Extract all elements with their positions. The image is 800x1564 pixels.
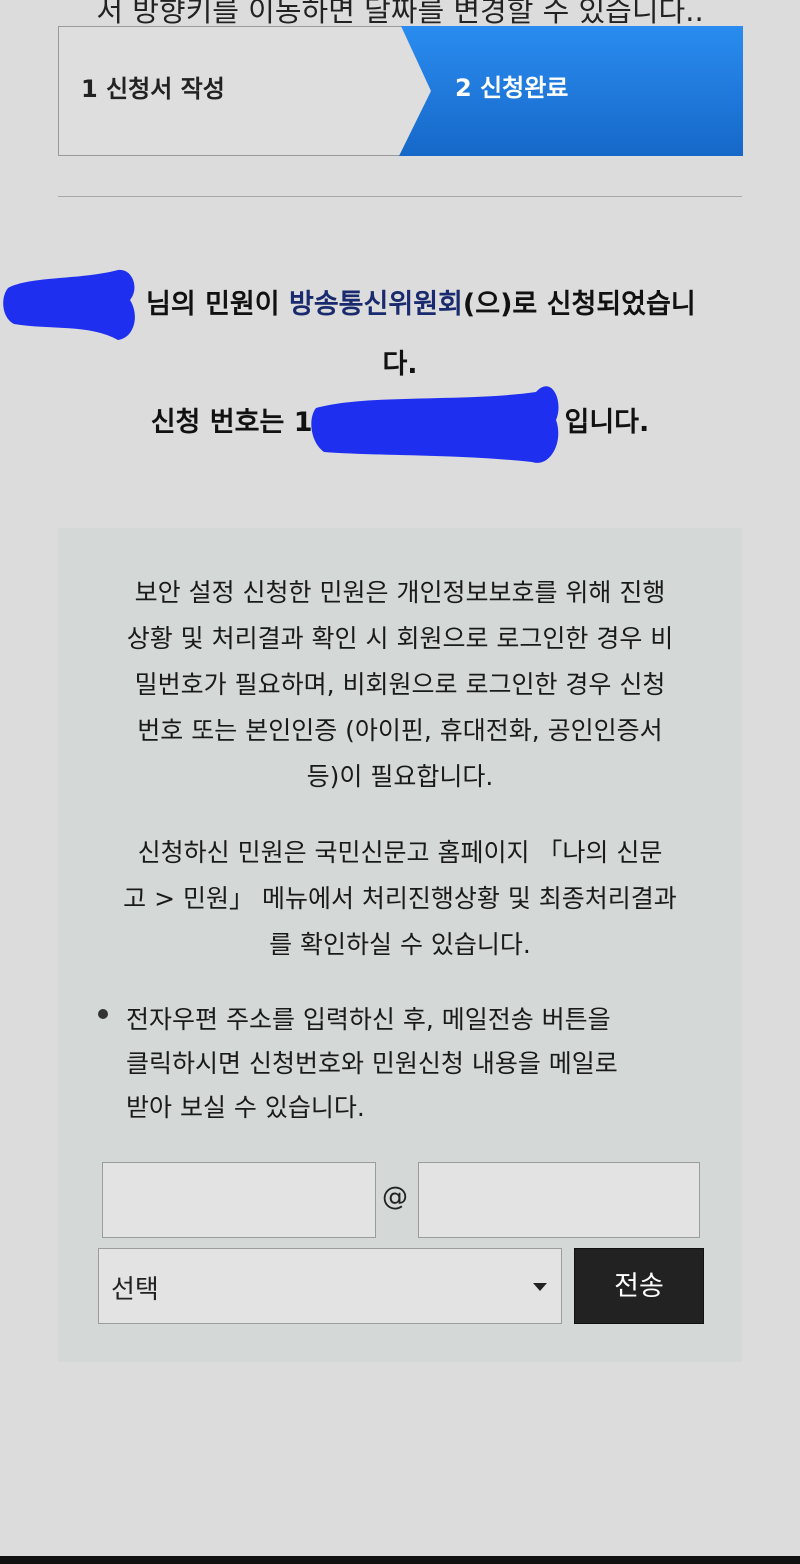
security-notice-line: 상황 및 처리결과 확인 시 회원으로 로그인한 경우 비 [126, 624, 674, 653]
email-local-input[interactable] [102, 1162, 376, 1238]
result-line1-suffix: (으)로 신청되었습니 [462, 289, 696, 320]
email-instruction-line: 클릭하시면 신청번호와 민원신청 내용을 메일로 [126, 1049, 618, 1078]
at-symbol: @ [382, 1182, 408, 1212]
security-notice-line: 번호 또는 본인인증 (아이핀, 휴대전화, 공인인증서 [137, 716, 663, 745]
step-2-active: 2 신청완료 [399, 26, 743, 156]
email-domain-input[interactable] [418, 1162, 700, 1238]
application-number-prefix: 신청 번호는 1 [150, 407, 313, 438]
status-check-line: 를 확인하실 수 있습니다. [269, 930, 531, 959]
agency-name: 방송통신위원회 [289, 289, 463, 320]
info-box: 보안 설정 신청한 민원은 개인정보보호를 위해 진행 상황 및 처리결과 확인… [58, 528, 742, 1362]
bottom-bar [0, 1556, 800, 1564]
redaction-mark-number [311, 386, 559, 463]
security-notice-line: 밀번호가 필요하며, 비회원으로 로그인한 경우 신청 [134, 670, 666, 699]
email-instruction: 전자우편 주소를 입력하신 후, 메일전송 버튼을 클릭하시면 신청번호와 민원… [126, 998, 686, 1130]
security-notice-line: 보안 설정 신청한 민원은 개인정보보호를 위해 진행 [134, 578, 666, 607]
email-instruction-line: 전자우편 주소를 입력하신 후, 메일전송 버튼을 [126, 1005, 611, 1034]
chevron-down-icon [533, 1283, 547, 1291]
bullet-icon [98, 1009, 108, 1019]
status-check-line: 신청하신 민원은 국민신문고 홈페이지 「나의 신문 [137, 838, 663, 867]
section-divider [58, 196, 742, 197]
status-check-notice: 신청하신 민원은 국민신문고 홈페이지 「나의 신문 고 > 민원」 메뉴에서 … [88, 830, 712, 968]
security-notice-line: 등)이 필요합니다. [306, 762, 494, 791]
step-2-arrow-shape [399, 26, 743, 156]
email-domain-select-label: 선택 [111, 1275, 159, 1305]
email-domain-select[interactable]: 선택 [98, 1248, 562, 1324]
result-message-line-1: 님의 민원이 방송통신위원회(으)로 신청되었습니 [146, 282, 800, 321]
step-1-label: 1 신청서 작성 [81, 75, 225, 103]
email-instruction-line: 받아 보실 수 있습니다. [126, 1093, 365, 1122]
status-check-line: 고 > 민원」 메뉴에서 처리진행상황 및 최종처리결과 [123, 884, 677, 913]
result-line1-prefix: 님의 민원이 [146, 289, 289, 320]
redaction-mark-name [3, 269, 135, 340]
security-notice: 보안 설정 신청한 민원은 개인정보보호를 위해 진행 상황 및 처리결과 확인… [88, 570, 712, 800]
send-email-button[interactable]: 전송 [574, 1248, 704, 1324]
step-2-label: 2 신청완료 [455, 74, 569, 102]
application-number-suffix: 입니다. [564, 407, 650, 438]
progress-steps: 1 신청서 작성 2 신청완료 [58, 26, 743, 156]
